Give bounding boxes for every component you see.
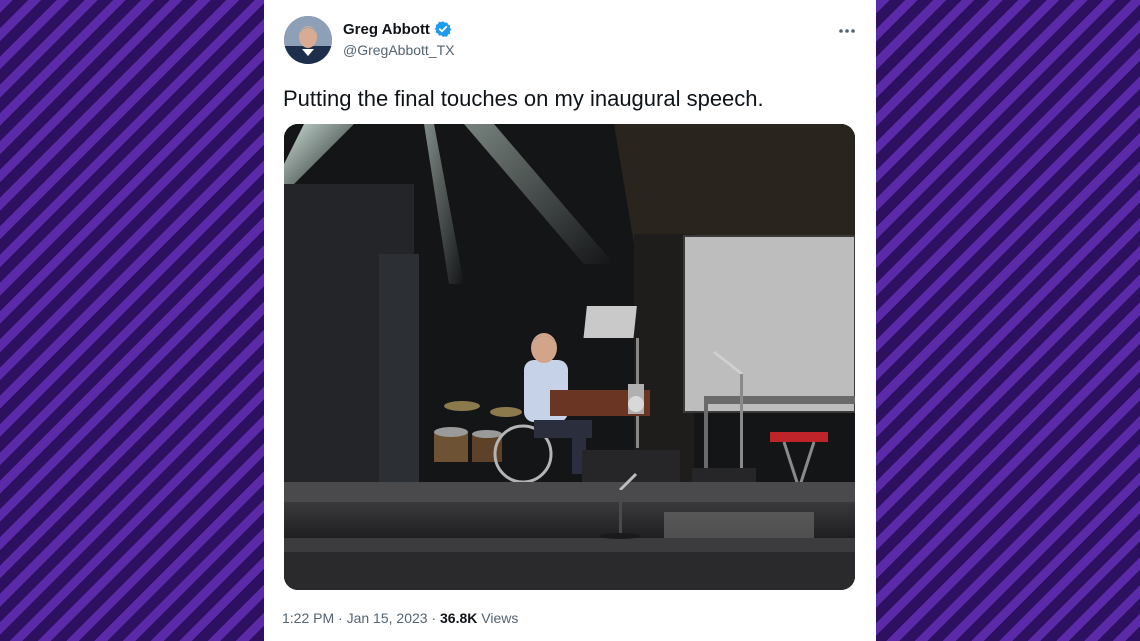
more-options-icon[interactable]	[838, 18, 856, 38]
views-count[interactable]: 36.8K	[440, 610, 477, 626]
verified-badge-icon	[434, 20, 452, 38]
author-name-row: Greg Abbott	[343, 20, 452, 38]
tweet-time[interactable]: 1:22 PM	[282, 610, 334, 626]
author-handle[interactable]: @GregAbbott_TX	[343, 42, 455, 58]
tweet-text: Putting the final touches on my inaugura…	[283, 86, 764, 111]
author-avatar[interactable]	[284, 16, 332, 64]
tweet-date[interactable]: Jan 15, 2023	[347, 610, 428, 626]
tweet-meta: 1:22 PM · Jan 15, 2023 · 36.8K Views	[282, 610, 518, 626]
views-label: Views	[481, 610, 519, 626]
meta-separator: ·	[338, 610, 343, 626]
author-name[interactable]: Greg Abbott	[343, 21, 430, 38]
meta-separator: ·	[431, 610, 437, 626]
tweet-photo[interactable]	[284, 124, 855, 590]
tweet-card: Greg Abbott @GregAbbott_TX Putting the f…	[264, 0, 876, 641]
